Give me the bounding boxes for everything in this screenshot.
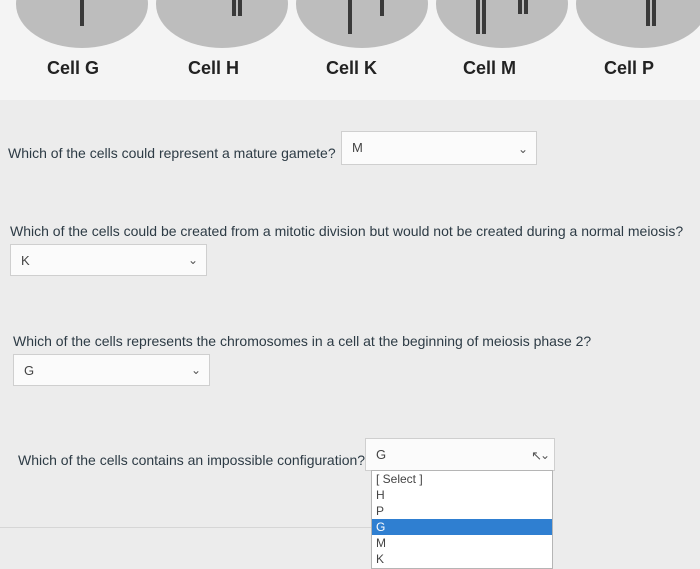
dropdown-option-k[interactable]: K bbox=[372, 551, 552, 567]
cell-p-diagram bbox=[576, 0, 700, 48]
chromosome bbox=[232, 0, 236, 16]
cell-label-k: Cell K bbox=[326, 58, 378, 78]
question-4-selected-value: G bbox=[376, 447, 387, 462]
dropdown-option-p[interactable]: P bbox=[372, 503, 552, 519]
cell-m-diagram bbox=[436, 0, 568, 48]
question-1-text: Which of the cells could represent a mat… bbox=[8, 145, 336, 161]
cell-label-h: Cell H bbox=[188, 58, 240, 78]
cell-k-diagram bbox=[296, 0, 428, 48]
chevron-down-icon: ⌄ bbox=[190, 363, 201, 377]
chromosome bbox=[646, 0, 650, 26]
dropdown-option-m[interactable]: M bbox=[372, 535, 552, 551]
question-1-select[interactable]: M ⌄ bbox=[341, 131, 537, 165]
chromosome bbox=[476, 0, 480, 34]
cell-label-g: Cell G bbox=[47, 58, 100, 78]
cell-diagram-strip bbox=[0, 0, 700, 100]
question-3-select[interactable]: G ⌄ bbox=[13, 354, 210, 386]
question-4-select[interactable]: G ↖ ⌄ bbox=[365, 438, 555, 471]
question-1-selected-value: M bbox=[352, 140, 363, 155]
chromosome bbox=[380, 0, 384, 16]
cell-label-p: Cell P bbox=[604, 58, 655, 78]
chromosome bbox=[524, 0, 528, 14]
chevron-down-icon: ⌄ bbox=[539, 448, 550, 462]
question-3-text: Which of the cells represents the chromo… bbox=[13, 333, 592, 349]
dropdown-option-g[interactable]: G bbox=[372, 519, 552, 535]
question-2-text: Which of the cells could be created from… bbox=[10, 223, 684, 239]
question-2-selected-value: K bbox=[21, 253, 30, 268]
dropdown-option-h[interactable]: H bbox=[372, 487, 552, 503]
question-2-select[interactable]: K ⌄ bbox=[10, 244, 207, 276]
dropdown-option-select[interactable]: [ Select ] bbox=[372, 471, 552, 487]
question-4-dropdown-list[interactable]: [ Select ] H P G M K bbox=[371, 470, 553, 569]
question-4-text: Which of the cells contains an impossibl… bbox=[18, 452, 366, 468]
chevron-down-icon: ⌄ bbox=[187, 253, 198, 267]
question-3-selected-value: G bbox=[24, 363, 35, 378]
chromosome bbox=[238, 0, 242, 16]
chromosome bbox=[652, 0, 656, 26]
cell-h-diagram bbox=[156, 0, 288, 48]
chromosome bbox=[80, 0, 84, 26]
chevron-down-icon: ⌄ bbox=[517, 142, 528, 156]
cell-label-m: Cell M bbox=[463, 58, 517, 78]
chromosome bbox=[348, 0, 352, 34]
chromosome bbox=[482, 0, 486, 34]
cell-g-diagram bbox=[16, 0, 148, 48]
chromosome bbox=[518, 0, 522, 14]
divider bbox=[0, 527, 371, 528]
